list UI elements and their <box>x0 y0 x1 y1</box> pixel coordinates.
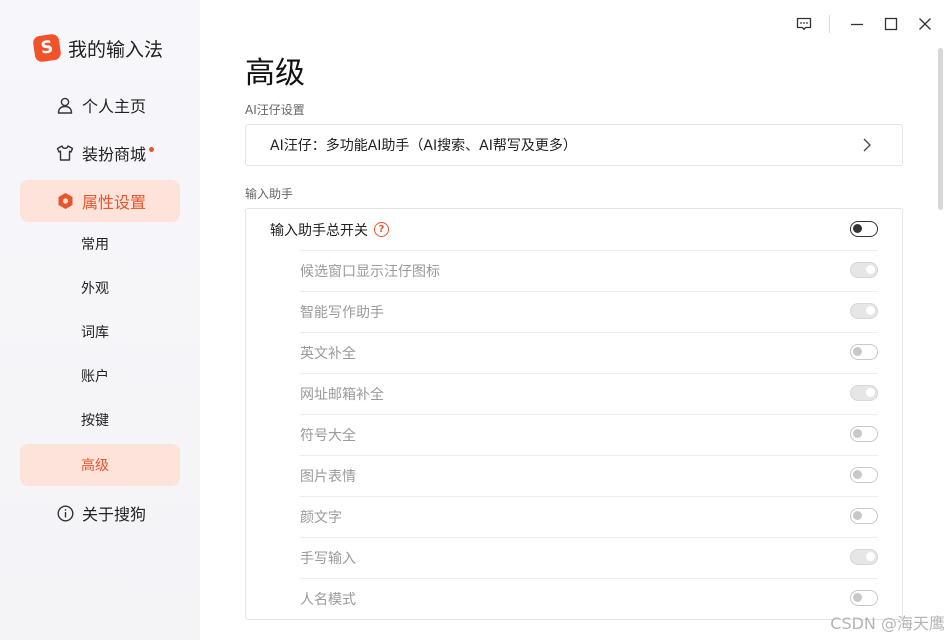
helper-row-kaomoji: 颜文字 <box>246 496 902 537</box>
helper-row-toggle[interactable] <box>850 426 878 442</box>
helper-row-handwriting-input: 手写输入 <box>246 537 902 578</box>
helper-row-toggle[interactable] <box>850 508 878 524</box>
helper-row-label: 图片表情 <box>300 468 356 485</box>
helper-row-name-mode: 人名模式 <box>246 578 902 619</box>
hexagon-settings-icon <box>56 192 74 210</box>
sidebar-subitem-label: 常用 <box>81 237 109 253</box>
sidebar: S 我的输入法 个人主页 装扮商城 属性设置 常用 外观 词库 账户 按键 高级… <box>0 0 200 640</box>
helper-row-smart-writing: 智能写作助手 <box>246 291 902 332</box>
close-icon[interactable] <box>913 12 937 36</box>
sidebar-item-settings[interactable]: 属性设置 <box>20 180 180 222</box>
helper-row-toggle[interactable] <box>850 549 878 565</box>
shirt-icon <box>56 144 74 162</box>
helper-row-image-emoji: 图片表情 <box>246 455 902 496</box>
app-name: 我的输入法 <box>68 38 164 61</box>
watermark: CSDN @海天鹰 <box>830 614 945 633</box>
helper-section-label: 输入助手 <box>245 187 294 201</box>
helper-row-toggle[interactable] <box>850 262 878 278</box>
helper-row-label: 网址邮箱补全 <box>300 386 384 403</box>
sidebar-subitem-label: 外观 <box>81 281 109 297</box>
sidebar-subitem-label: 词库 <box>81 325 109 341</box>
helper-row-toggle[interactable] <box>850 385 878 401</box>
helper-master-row: 输入助手总开关 ? <box>246 209 902 250</box>
sidebar-item-about[interactable]: 关于搜狗 <box>20 492 180 534</box>
helper-row-toggle[interactable] <box>850 303 878 319</box>
helper-master-toggle[interactable] <box>850 221 878 237</box>
helper-row-label: 颜文字 <box>300 509 342 526</box>
brand: S 我的输入法 <box>32 33 164 63</box>
sidebar-item-profile[interactable]: 个人主页 <box>20 84 180 126</box>
helper-row-english-completion: 英文补全 <box>246 332 902 373</box>
info-icon <box>56 504 74 522</box>
person-icon <box>56 96 74 114</box>
helper-master-label: 输入助手总开关 <box>270 222 368 239</box>
minimize-icon[interactable] <box>845 12 869 36</box>
helper-row-url-email-completion: 网址邮箱补全 <box>246 373 902 414</box>
scrollbar[interactable] <box>938 48 943 210</box>
page-title: 高级 <box>245 56 305 91</box>
sidebar-subitem-label: 按键 <box>81 413 109 429</box>
chevron-right-icon <box>862 137 872 157</box>
ai-card-text: AI汪仔：多功能AI助手（AI搜索、AI帮写及更多） <box>270 138 577 154</box>
sidebar-item-label: 关于搜狗 <box>82 505 147 524</box>
sidebar-subitem-appearance[interactable]: 外观 <box>20 267 180 309</box>
sidebar-item-label: 装扮商城 <box>82 145 147 164</box>
sidebar-subitem-common[interactable]: 常用 <box>20 223 180 265</box>
maximize-icon[interactable] <box>879 12 903 36</box>
ai-section-label: AI汪仔设置 <box>245 103 305 117</box>
helper-row-symbol-collection: 符号大全 <box>246 414 902 455</box>
helper-row-label: 英文补全 <box>300 345 356 362</box>
sidebar-item-label: 个人主页 <box>82 97 147 116</box>
sidebar-subitem-account[interactable]: 账户 <box>20 355 180 397</box>
sogou-logo-icon: S <box>32 33 62 63</box>
sidebar-subitem-advanced[interactable]: 高级 <box>20 444 180 486</box>
helper-row-candidate-wangzai-icon: 候选窗口显示汪仔图标 <box>246 250 902 291</box>
sidebar-item-label: 属性设置 <box>82 193 147 212</box>
helper-row-label: 智能写作助手 <box>300 304 384 321</box>
sidebar-subitem-label: 账户 <box>81 369 109 385</box>
helper-row-toggle[interactable] <box>850 344 878 360</box>
help-icon[interactable]: ? <box>374 222 389 237</box>
sidebar-subitem-dictionary[interactable]: 词库 <box>20 311 180 353</box>
notification-badge <box>149 146 155 152</box>
sidebar-subitem-keys[interactable]: 按键 <box>20 399 180 441</box>
sidebar-subitem-label: 高级 <box>81 458 109 474</box>
feedback-icon[interactable] <box>792 12 816 36</box>
helper-row-label: 符号大全 <box>300 427 356 444</box>
input-helper-card: 输入助手总开关 ? 候选窗口显示汪仔图标 智能写作助手 英文补全网址邮箱补全 符号大全… <box>245 208 903 620</box>
title-bar-divider <box>829 15 830 33</box>
ai-assistant-card[interactable]: AI汪仔：多功能AI助手（AI搜索、AI帮写及更多） <box>245 124 903 166</box>
helper-row-label: 手写输入 <box>300 550 356 567</box>
helper-row-toggle[interactable] <box>850 467 878 483</box>
helper-row-label: 人名模式 <box>300 591 356 608</box>
sidebar-item-shop[interactable]: 装扮商城 <box>20 132 180 174</box>
helper-row-toggle[interactable] <box>850 590 878 606</box>
helper-row-label: 候选窗口显示汪仔图标 <box>300 263 440 280</box>
